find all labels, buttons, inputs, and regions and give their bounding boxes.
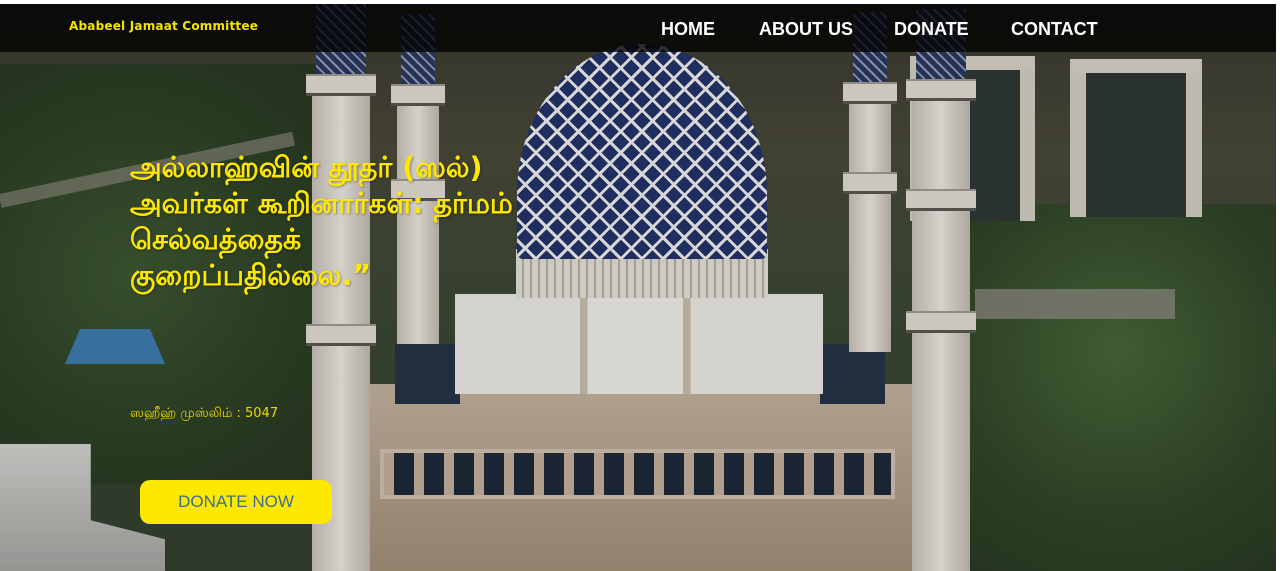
nav-link-contact[interactable]: CONTACT [1011, 19, 1098, 40]
hero-headline-quote: அல்லாஹ்வின் தூதர் (ஸல்) அவர்கள் கூறினார்… [130, 151, 513, 292]
nav-link-home[interactable]: HOME [661, 19, 715, 40]
nav-link-donate[interactable]: DONATE [894, 19, 969, 40]
navbar: Ababeel Jamaat Committee HOME ABOUT US D… [0, 4, 1276, 52]
brand-logo-text[interactable]: Ababeel Jamaat Committee [69, 19, 258, 33]
donate-now-button[interactable]: DONATE NOW [140, 480, 332, 524]
nav-link-about-us[interactable]: ABOUT US [759, 19, 853, 40]
hero-citation: ஸஹீஹ் முஸ்லிம் : 5047 [130, 406, 279, 421]
